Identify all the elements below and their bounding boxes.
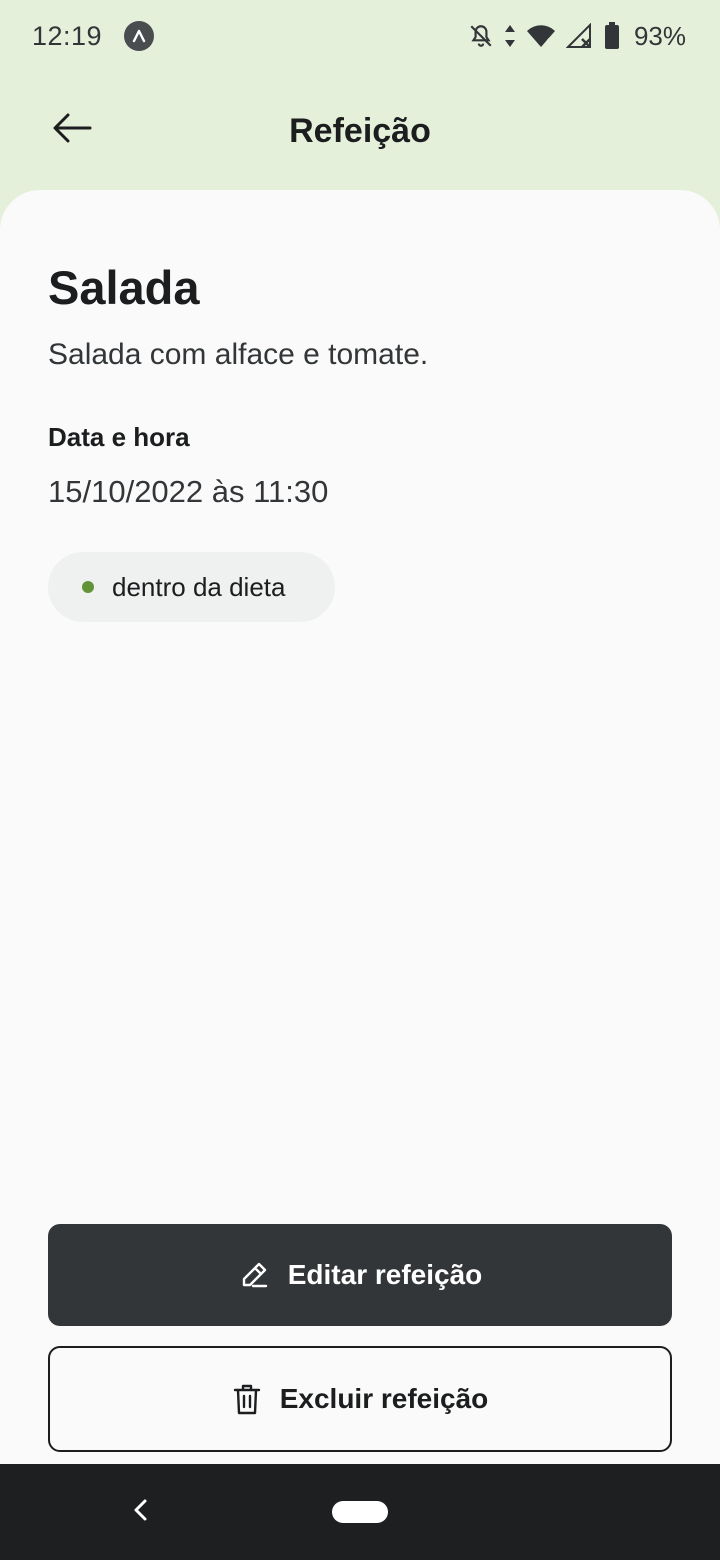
- diet-status-label: dentro da dieta: [112, 571, 286, 602]
- status-icons: 4 93%: [468, 21, 686, 52]
- bell-off-icon: [468, 23, 494, 49]
- page-title: Refeição: [289, 112, 431, 150]
- battery-icon: [604, 22, 620, 50]
- nav-back-button[interactable]: [120, 1492, 160, 1532]
- trash-icon: [232, 1382, 262, 1416]
- data-arrows-icon: [504, 23, 516, 49]
- status-bar: 12:19 4 93%: [0, 0, 720, 72]
- meal-details-card: Salada Salada com alface e tomate. Data …: [0, 190, 720, 1464]
- date-value: 15/10/2022 às 11:30: [48, 474, 329, 509]
- status-time: 12:19: [32, 20, 103, 51]
- delete-meal-label: Excluir refeição: [279, 1383, 489, 1414]
- meal-name: Salada: [48, 261, 200, 314]
- pencil-icon: [238, 1259, 270, 1291]
- edit-meal-button[interactable]: Editar refeição: [48, 1224, 672, 1326]
- status-dot-icon: [82, 581, 94, 593]
- expo-logo-icon: [124, 21, 155, 51]
- svg-text:4: 4: [545, 37, 551, 48]
- cell-signal-icon: [565, 23, 594, 49]
- system-navigation-bar: [0, 1464, 720, 1560]
- wifi-icon: 4: [526, 23, 556, 49]
- battery-percentage: 93%: [633, 20, 686, 51]
- edit-meal-label: Editar refeição: [287, 1259, 483, 1290]
- delete-meal-button[interactable]: Excluir refeição: [48, 1346, 672, 1452]
- home-pill-icon[interactable]: [332, 1501, 388, 1523]
- date-label: Data e hora: [48, 422, 190, 452]
- diet-status-tag: dentro da dieta: [48, 552, 335, 622]
- status-left: 12:19: [32, 20, 155, 52]
- meal-description: Salada com alface e tomate.: [48, 338, 429, 371]
- chevron-left-icon: [132, 1498, 148, 1527]
- header: Refeição: [0, 72, 720, 190]
